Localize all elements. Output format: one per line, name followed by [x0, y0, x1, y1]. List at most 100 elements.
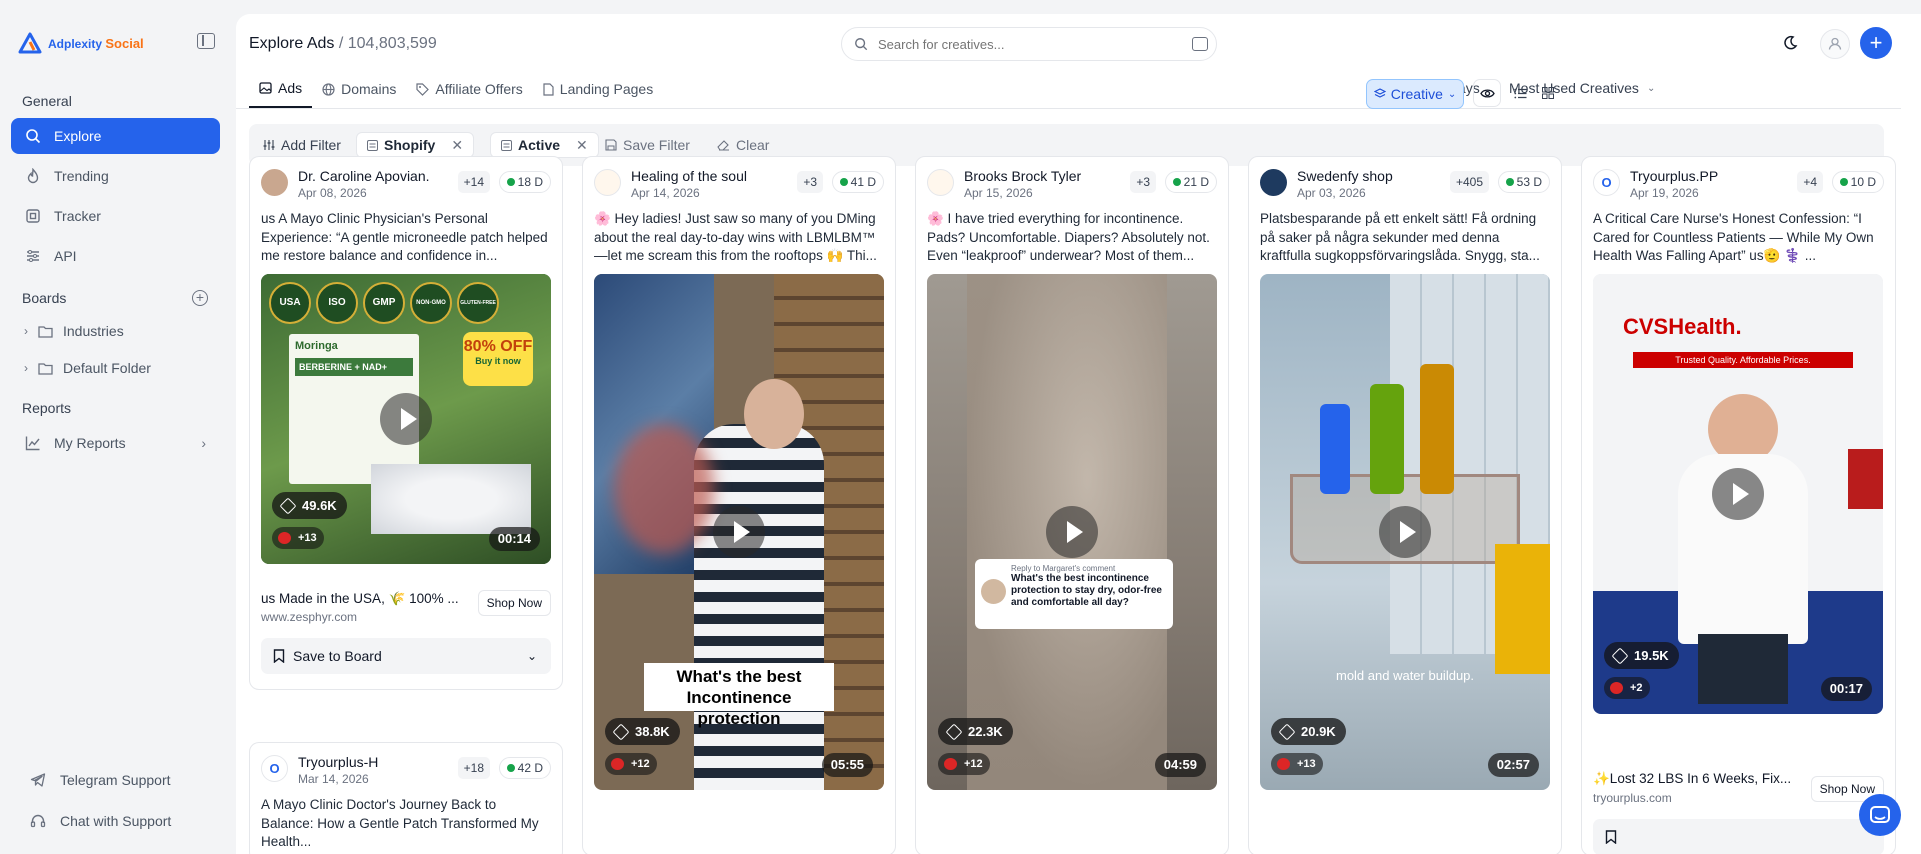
search-bar[interactable] — [841, 27, 1217, 61]
play-icon[interactable] — [1379, 506, 1431, 558]
advertiser-avatar[interactable] — [594, 169, 621, 196]
brand-logo[interactable]: Adplexity Social — [18, 32, 144, 54]
advertiser-avatar[interactable] — [927, 169, 954, 196]
chart-icon — [25, 436, 40, 451]
play-icon[interactable] — [1046, 506, 1098, 558]
card-header: Dr. Caroline Apovian. Apr 08, 2026 +14 1… — [261, 168, 551, 200]
ad-media[interactable]: CVSHealth. Trusted Quality. Affordable P… — [1593, 274, 1883, 714]
days-running-badge: 21 D — [1164, 171, 1217, 193]
search-input[interactable] — [878, 36, 1178, 52]
card-header: Healing of the soul Apr 14, 2026 +3 41 D — [594, 168, 884, 200]
country-flags[interactable]: +12 — [938, 753, 990, 775]
close-icon[interactable]: ✕ — [451, 137, 463, 154]
variants-badge[interactable]: +4 — [1797, 171, 1823, 193]
advertiser-avatar[interactable] — [1260, 169, 1287, 196]
country-flags[interactable]: +2 — [1604, 677, 1650, 699]
cta-button[interactable]: Shop Now — [477, 590, 551, 616]
add-filter-button[interactable]: Add Filter — [263, 132, 341, 158]
sidebar-item-trending[interactable]: Trending — [11, 158, 220, 194]
ad-media[interactable]: USA ISO GMP NON-GMO GLUTEN-FREE Moringa … — [261, 274, 551, 564]
landing-url[interactable]: www.zesphyr.com — [261, 610, 357, 624]
filter-chip-shopify[interactable]: Shopify ✕ — [356, 132, 475, 158]
advertiser-name[interactable]: Tryourplus-H — [298, 754, 378, 770]
chat-widget-button[interactable] — [1859, 794, 1901, 836]
play-icon[interactable] — [713, 506, 765, 558]
advertiser-name[interactable]: Tryourplus.PP — [1630, 168, 1718, 184]
chevron-right-icon[interactable]: › — [24, 324, 28, 338]
clear-filters-button[interactable]: Clear — [717, 132, 769, 158]
play-icon[interactable] — [1712, 468, 1764, 520]
ad-card[interactable]: Brooks Brock Tyler Apr 15, 2026 +3 21 D … — [915, 156, 1229, 854]
view-mode-select[interactable]: Creative ⌄ — [1366, 79, 1464, 109]
list-view-button[interactable] — [1506, 79, 1534, 107]
list-icon — [1513, 88, 1526, 98]
variants-badge[interactable]: +405 — [1449, 171, 1489, 193]
ad-media[interactable]: Reply to Margaret's comment What's the b… — [927, 274, 1217, 790]
tab-domains[interactable]: Domains — [312, 70, 406, 108]
tab-ads[interactable]: Ads — [249, 70, 313, 108]
country-flags[interactable]: +13 — [272, 527, 324, 549]
country-flags[interactable]: +12 — [605, 753, 657, 775]
chat-support-link[interactable]: Chat with Support — [30, 813, 171, 829]
close-icon[interactable]: ✕ — [576, 137, 588, 154]
play-icon[interactable] — [380, 393, 432, 445]
save-to-board-button[interactable]: Save to Board ⌄ — [261, 638, 551, 674]
ad-media[interactable]: What's the best Incontinence protection … — [594, 274, 884, 790]
tab-landing-pages[interactable]: Landing Pages — [533, 70, 663, 108]
sidebar-item-tracker[interactable]: Tracker — [11, 198, 220, 234]
landing-url[interactable]: tryourplus.com — [1593, 791, 1672, 805]
section-boards: Boards — [22, 290, 67, 306]
board-industries[interactable]: › Industries — [24, 323, 124, 339]
preview-toggle[interactable] — [1473, 79, 1501, 107]
globe-icon — [322, 82, 335, 96]
advertiser-name[interactable]: Swedenfy shop — [1297, 168, 1393, 184]
ad-card[interactable]: Healing of the soul Apr 14, 2026 +3 41 D… — [582, 156, 896, 854]
advertiser-name[interactable]: Healing of the soul — [631, 168, 747, 184]
usage-count: 49.6K — [272, 492, 347, 519]
ad-card[interactable]: O Tryourplus-H Mar 14, 2026 +18 42 D A M… — [249, 742, 563, 854]
save-filter-label: Save Filter — [623, 137, 690, 153]
days-running-badge: 18 D — [498, 171, 551, 193]
advertiser-name[interactable]: Dr. Caroline Apovian. — [298, 168, 430, 184]
moon-icon[interactable] — [1782, 35, 1798, 51]
search-filter-icon[interactable] — [1192, 37, 1208, 51]
advertiser-avatar[interactable]: O — [1593, 169, 1620, 196]
save-filter-button[interactable]: Save Filter — [605, 132, 690, 158]
chevron-right-icon[interactable]: › — [24, 361, 28, 375]
save-to-board-button[interactable] — [1593, 819, 1884, 854]
board-default-folder[interactable]: › Default Folder — [24, 360, 151, 376]
sidebar-item-api[interactable]: API — [11, 238, 220, 274]
grid-view-button[interactable] — [1534, 79, 1562, 107]
add-board-icon[interactable]: + — [192, 290, 208, 306]
country-flags[interactable]: +13 — [1271, 753, 1323, 775]
sidebar-item-my-reports[interactable]: My Reports › — [11, 425, 220, 461]
ad-card[interactable]: Swedenfy shop Apr 03, 2026 +405 53 D Pla… — [1248, 156, 1562, 854]
media-vase — [1495, 544, 1550, 674]
cert-badge: USA — [269, 282, 311, 324]
tab-affiliate-offers[interactable]: Affiliate Offers — [406, 70, 532, 108]
filter-chip-active[interactable]: Active ✕ — [490, 132, 599, 158]
ad-card[interactable]: Dr. Caroline Apovian. Apr 08, 2026 +14 1… — [249, 156, 563, 690]
ad-date: Apr 08, 2026 — [298, 186, 367, 200]
sidebar-item-explore[interactable]: Explore — [11, 118, 220, 154]
variants-badge[interactable]: +14 — [457, 171, 490, 193]
user-avatar[interactable] — [1820, 29, 1850, 59]
advertiser-name[interactable]: Brooks Brock Tyler — [964, 168, 1081, 184]
eye-icon — [1479, 88, 1495, 98]
chevron-down-icon[interactable]: ⌄ — [527, 649, 537, 663]
create-button[interactable]: + — [1860, 27, 1892, 59]
video-duration: 05:55 — [821, 753, 873, 777]
advertiser-avatar[interactable]: O — [261, 755, 288, 782]
advertiser-avatar[interactable] — [261, 169, 288, 196]
promo-text: 80% OFF — [463, 338, 533, 355]
variants-badge[interactable]: +18 — [457, 757, 490, 779]
sidebar-toggle-icon[interactable] — [197, 33, 215, 49]
telegram-support-link[interactable]: Telegram Support — [30, 772, 171, 788]
ad-date: Apr 15, 2026 — [964, 186, 1033, 200]
variants-badge[interactable]: +3 — [1130, 171, 1156, 193]
card-header: Brooks Brock Tyler Apr 15, 2026 +3 21 D — [927, 168, 1217, 200]
ad-text: 🌸 I have tried everything for incontinen… — [927, 211, 1210, 263]
variants-badge[interactable]: +3 — [797, 171, 823, 193]
ad-card[interactable]: O Tryourplus.PP Apr 19, 2026 +4 10 D A C… — [1581, 156, 1896, 854]
ad-media[interactable]: mold and water buildup. 20.9K +13 02:57 — [1260, 274, 1550, 790]
